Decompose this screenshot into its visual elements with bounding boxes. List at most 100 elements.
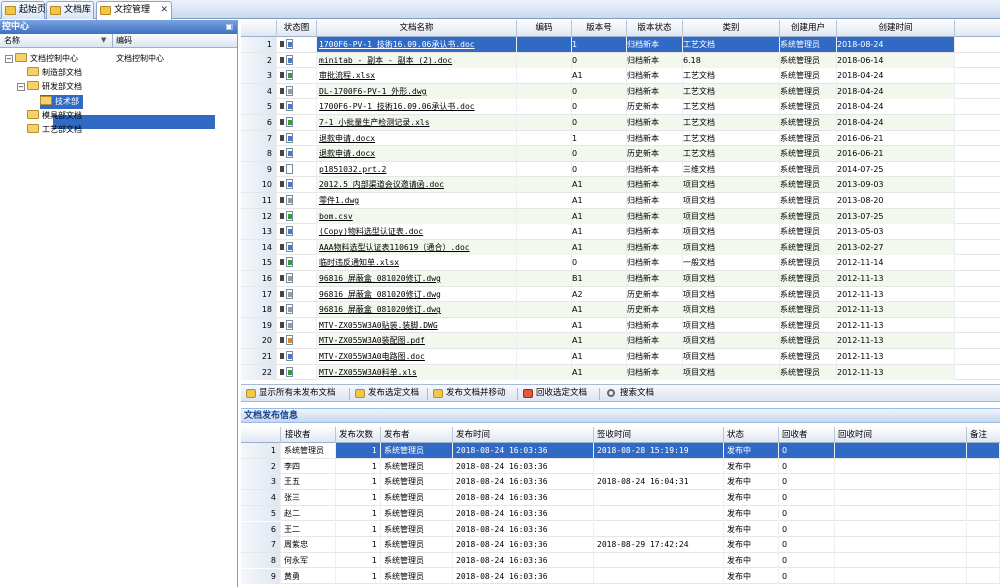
table-row[interactable]: 20 MTV-ZX055W3A0装配图.pdf A1 归档新本 项目文档 系统管理员 201… <box>241 333 1000 349</box>
table-row[interactable]: 3 审批流程.xlsx A1 归档新本 工艺文档 系统管理员 2018-04-24 <box>241 68 1000 84</box>
cell-name[interactable]: p1851032.prt.2 <box>317 161 517 177</box>
cell-time: 2016-06-21 <box>837 130 955 146</box>
publish-and-move-button[interactable]: 发布文档并移动 <box>433 386 506 401</box>
table-row[interactable]: 7 退款申请.docx 1 归档新本 工艺文档 系统管理员 2016-06-21 <box>241 130 1000 147</box>
tree-col-name[interactable]: 名称 <box>4 35 20 47</box>
table-row[interactable]: 7 周紫忠 1 系统管理员 2018-08-24 16:03:36 2018-08-29 … <box>241 537 1000 553</box>
cell-time: 2013-07-25 <box>837 208 955 224</box>
table-row[interactable]: 1 1700F6-PV-1 技術16.09.06承认书.doc 1 归档新本 工艺文档系… <box>241 37 1000 53</box>
cell-name[interactable]: (Copy)物料选型认证表.doc <box>317 224 517 240</box>
tab-start-page[interactable]: 起始页 <box>1 1 46 19</box>
collapse-icon[interactable]: − <box>5 55 13 63</box>
tree-node-doc-center[interactable]: 文档控制中心 <box>15 52 78 66</box>
table-row[interactable]: 1 系统管理员 1 系统管理员 2018-08-24 16:03:36 2018-08-2… <box>241 443 1000 459</box>
table-row[interactable]: 19 MTV-ZX055W3A0贴装.装脚.DWG A1 归档新本 项目文档 系统管理员 2… <box>241 317 1000 334</box>
cell-name[interactable]: 退款申请.docx <box>317 146 517 162</box>
table-row[interactable]: 2 李四 1 系统管理员 2018-08-24 16:03:36 发布中 0 <box>241 458 1000 475</box>
cell-name[interactable]: minitab - 副本 - 副本 (2).doc <box>317 52 517 68</box>
table-row[interactable]: 18 96816 屏蔽盒 081020修订.dwg A1 历史新本 项目文档 系统管理员 2… <box>241 302 1000 318</box>
show-unpublished-button[interactable]: 显示所有未发布文档 <box>246 386 336 401</box>
tree-node-rnd[interactable]: 研发部文档 <box>27 80 82 94</box>
publish-selected-button[interactable]: 发布选定文档 <box>355 386 419 401</box>
cell-name[interactable]: DL-1700F6-PV-1 外形.dwg <box>317 83 517 99</box>
col-recall-time[interactable]: 回收时间 <box>835 427 967 443</box>
table-row[interactable]: 12 bom.csv A1 归档新本 项目文档 系统管理员 2013-07-25 <box>241 208 1000 225</box>
cell-n: 3 <box>241 474 281 490</box>
search-docs-button[interactable]: 搜索文档 <box>607 386 654 401</box>
cell-name[interactable]: AAA物料选型认证表110619（通合）.doc <box>317 239 517 255</box>
col-creator[interactable]: 创建用户 <box>780 20 837 37</box>
table-row[interactable]: 8 退款申请.docx 0 历史新本 工艺文档 系统管理员 2016-06-21 <box>241 146 1000 162</box>
cell-name[interactable]: 2012.5 内部渠道会议邀请函.doc <box>317 177 517 193</box>
cell-name[interactable]: 审批流程.xlsx <box>317 68 517 84</box>
col-recaller[interactable]: 回收者 <box>779 427 835 443</box>
cell-name[interactable]: 退款申请.docx <box>317 130 517 146</box>
lock-icon <box>280 56 284 63</box>
table-row[interactable]: 21 MTV-ZX055W3A0电路图.doc A1 归档新本 项目文档 系统管理员 201… <box>241 349 1000 365</box>
tree-node-process[interactable]: 工艺部文档 <box>27 123 82 137</box>
col-sign-time[interactable]: 签收时间 <box>594 427 724 443</box>
cell-name[interactable]: MTV-ZX055W3A0电路图.doc <box>317 349 517 364</box>
table-row[interactable]: 6 7-1 小批量生产检测记录.xls 0 归档新本 工艺文档 系统管理员 2018-04-… <box>241 115 1000 131</box>
col-version-state[interactable]: 版本状态 <box>627 20 683 37</box>
table-row[interactable]: 13 (Copy)物料选型认证表.doc A1 归档新本 项目文档 系统管理员 2013-0… <box>241 224 1000 240</box>
col-note[interactable]: 备注 <box>967 427 1000 443</box>
table-row[interactable]: 17 96816 屏蔽盒 081020修订.dwg A2 历史新本 项目文档 系统管理员 2… <box>241 286 1000 303</box>
pin-icon[interactable]: ▣ <box>225 20 233 34</box>
cell-name[interactable]: MTV-ZX055W3A0贴装.装脚.DWG <box>317 317 517 333</box>
tab-doc-control[interactable]: 文控管理 ✕ <box>96 1 172 20</box>
col-receiver[interactable]: 接收者 <box>281 427 336 443</box>
cell-name[interactable]: 7-1 小批量生产检测记录.xls <box>317 115 517 130</box>
table-row[interactable]: 22 MTV-ZX055W3A0料单.xls A1 归档新本 项目文档 系统管理员 2012… <box>241 364 1000 381</box>
tab-doc-library[interactable]: 文档库 <box>46 1 94 19</box>
cell-name[interactable]: 零件1.dwg <box>317 193 517 208</box>
cell-name[interactable]: 1700F6-PV-1 技術16.09.06承认书.doc <box>317 37 517 52</box>
tree-col-code[interactable]: 编码 <box>116 35 132 47</box>
tree-node-manufacturing[interactable]: 制造部文档 <box>27 66 82 80</box>
table-row[interactable]: 5 1700F6-PV-1 技術16.09.06承认书.doc 0 历史新本 工艺文档系… <box>241 99 1000 115</box>
table-row[interactable]: 2 minitab - 副本 - 副本 (2).doc 0 归档新本 6.18 系统管理员… <box>241 52 1000 69</box>
tree-node-mould[interactable]: 模具部文档 <box>27 109 82 123</box>
cell-name[interactable]: 96816 屏蔽盒 081020修订.dwg <box>317 286 517 302</box>
table-row[interactable]: 14 AAA物料选型认证表110619（通合）.doc A1 归档新本 项目文档 系统管理… <box>241 239 1000 256</box>
table-row[interactable]: 9 黄勇 1 系统管理员 2018-08-24 16:03:36 发布中 0 <box>241 568 1000 585</box>
col-code[interactable]: 编码 <box>517 20 572 37</box>
table-row[interactable]: 9 p1851032.prt.2 0 归档新本 三维文档 系统管理员 2014-07-25 <box>241 161 1000 178</box>
col-state[interactable]: 状态 <box>724 427 779 443</box>
cell-code <box>517 302 572 318</box>
cell-name[interactable]: bom.csv <box>317 208 517 224</box>
cell-name[interactable]: 96816 屏蔽盒 081020修订.dwg <box>317 271 517 286</box>
table-row[interactable]: 11 零件1.dwg A1 归档新本 项目文档 系统管理员 2013-08-20 <box>241 193 1000 209</box>
cell-name[interactable]: 临时违反通知单.xlsx <box>317 255 517 271</box>
table-row[interactable]: 15 临时违反通知单.xlsx 0 归档新本 一般文档 系统管理员 2012-11-14 <box>241 255 1000 271</box>
table-row[interactable]: 16 96816 屏蔽盒 081020修订.dwg B1 归档新本 项目文档 系统管理员 2… <box>241 271 1000 287</box>
col-category[interactable]: 类别 <box>683 20 780 37</box>
table-row[interactable]: 10 2012.5 内部渠道会议邀请函.doc A1 归档新本 项目文档 系统管理员 201… <box>241 177 1000 193</box>
recall-selected-button[interactable]: 回收选定文档 <box>523 386 587 401</box>
col-publish-count[interactable]: 发布次数 <box>336 427 381 443</box>
col-publisher[interactable]: 发布者 <box>381 427 453 443</box>
close-icon[interactable]: ✕ <box>160 2 168 19</box>
table-row[interactable]: 8 何永军 1 系统管理员 2018-08-24 16:03:36 发布中 0 <box>241 552 1000 569</box>
col-publish-time[interactable]: 发布时间 <box>453 427 594 443</box>
tree-node-tech-dept[interactable]: 技术部 <box>40 95 83 109</box>
cell-note <box>967 537 1000 553</box>
table-row[interactable]: 4 DL-1700F6-PV-1 外形.dwg 0 归档新本 工艺文档 系统管理员 2018… <box>241 83 1000 100</box>
col-created-time[interactable]: 创建时间 <box>837 20 955 37</box>
cell-name[interactable]: MTV-ZX055W3A0装配图.pdf <box>317 333 517 349</box>
table-row[interactable]: 5 赵二 1 系统管理员 2018-08-24 16:03:36 发布中 0 <box>241 505 1000 522</box>
table-row[interactable]: 4 张三 1 系统管理员 2018-08-24 16:03:36 发布中 0 <box>241 490 1000 506</box>
col-doc-name[interactable]: 文档名称 <box>317 20 517 37</box>
col-version[interactable]: 版本号 <box>572 20 627 37</box>
table-row[interactable]: 6 王二 1 系统管理员 2018-08-24 16:03:36 发布中 0 <box>241 521 1000 537</box>
col-status-icon[interactable]: 状态图 <box>277 20 317 37</box>
cell-name[interactable]: 1700F6-PV-1 技術16.09.06承认书.doc <box>317 99 517 115</box>
collapse-icon[interactable]: − <box>17 83 25 91</box>
sort-arrow-icon[interactable]: ▼ <box>101 34 106 46</box>
cell-name[interactable]: 96816 屏蔽盒 081020修订.dwg <box>317 302 517 318</box>
cell-name[interactable]: MTV-ZX055W3A0料单.xls <box>317 364 517 380</box>
cell-receiver: 张三 <box>281 490 336 506</box>
table-row[interactable]: 3 王五 1 系统管理员 2018-08-24 16:03:36 2018-08-24 1… <box>241 474 1000 490</box>
cell-code <box>517 239 572 255</box>
lock-icon <box>280 87 284 94</box>
